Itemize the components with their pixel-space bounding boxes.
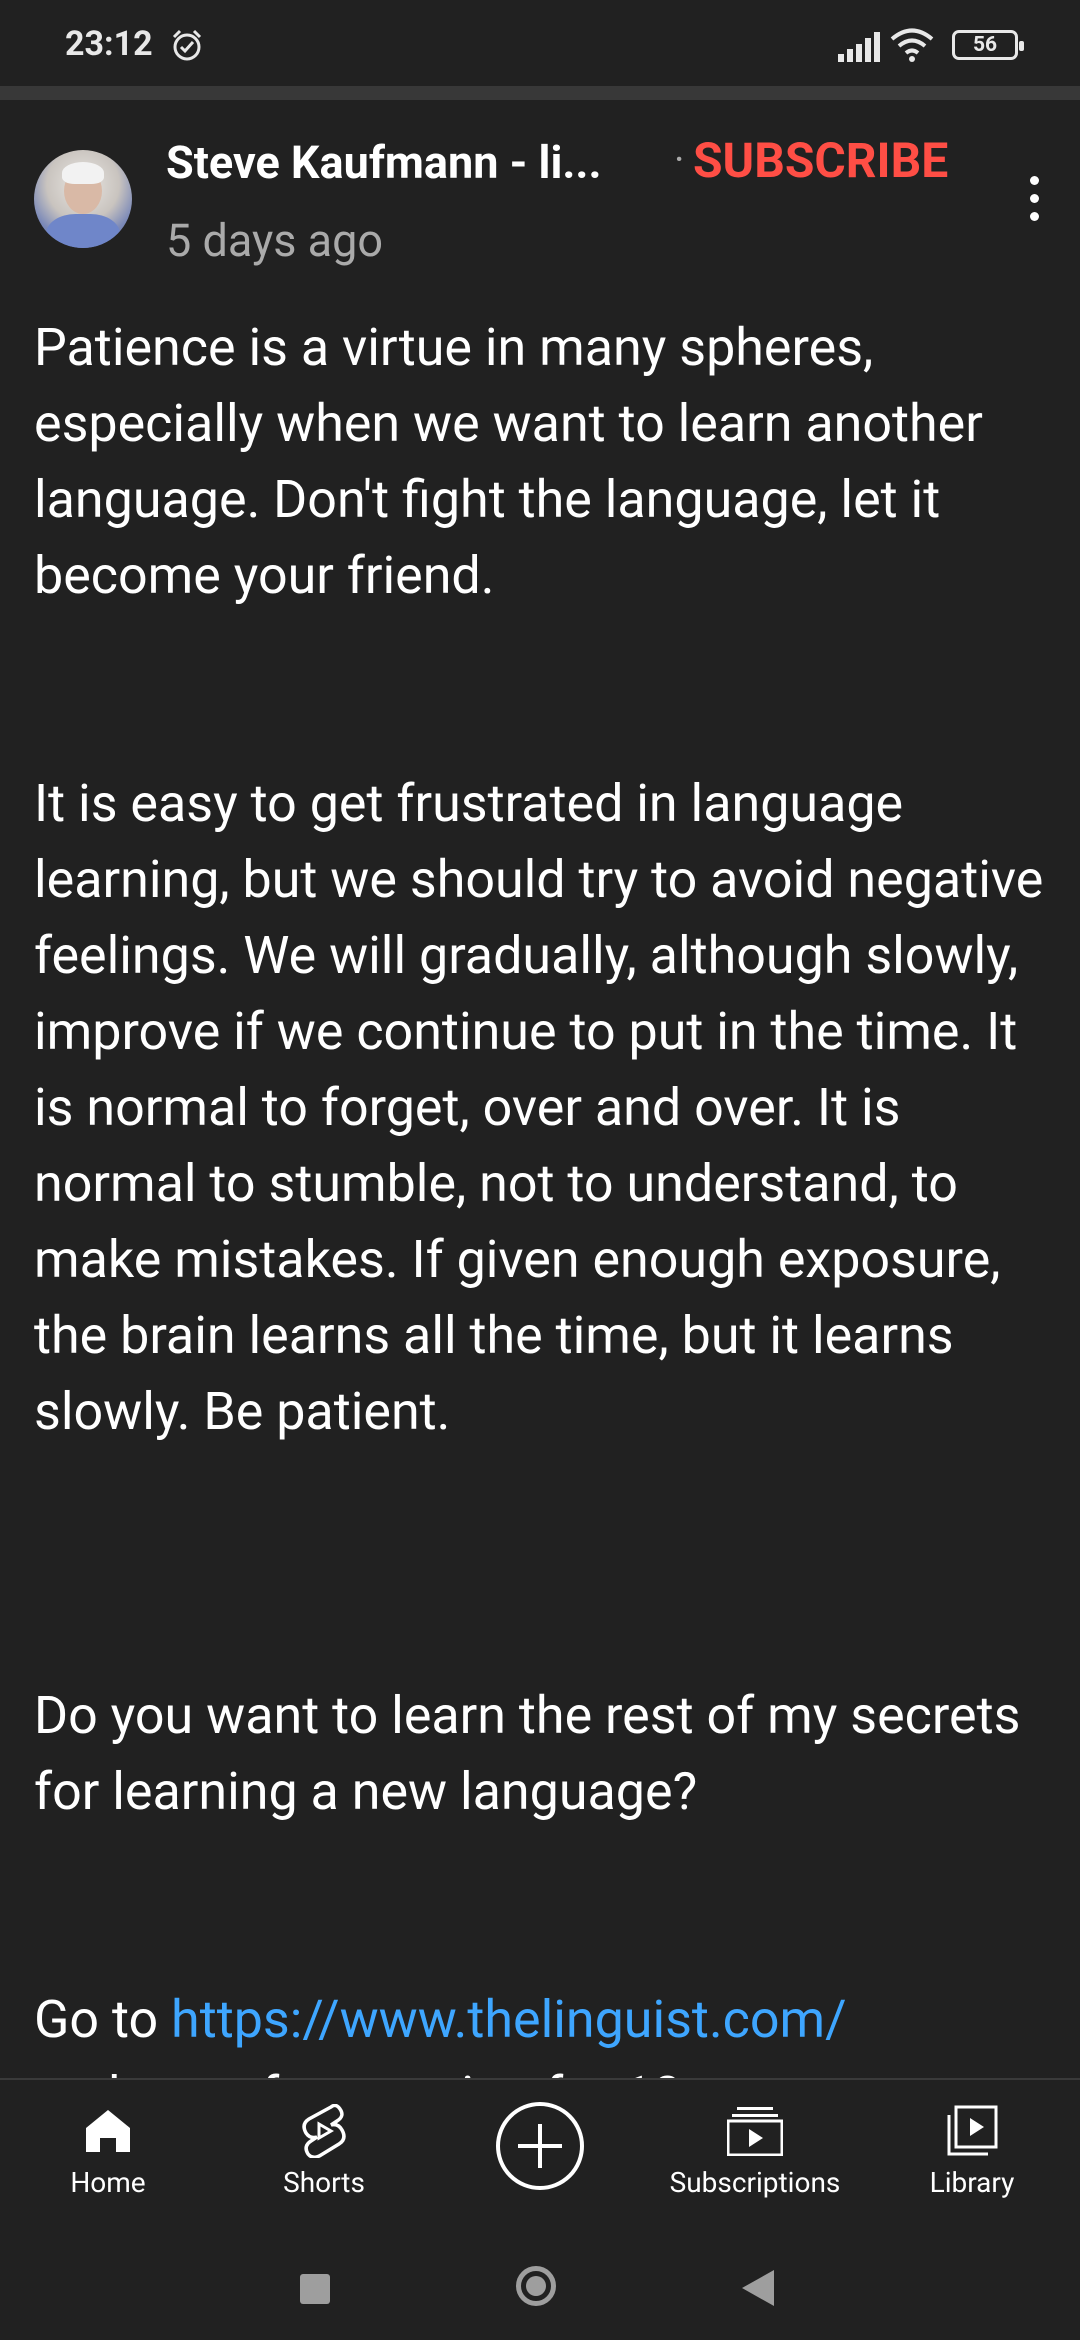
nav-subscriptions[interactable]: Subscriptions <box>660 2080 850 2232</box>
post-paragraph: It is easy to get frustrated in language… <box>34 773 1044 1442</box>
alarm-icon <box>170 28 204 66</box>
separator-dot: · <box>674 136 685 183</box>
status-time: 23:12 <box>65 24 153 64</box>
subscriptions-icon <box>727 2102 783 2160</box>
wifi-icon <box>890 28 934 66</box>
shorts-icon <box>301 2102 347 2160</box>
nav-library[interactable]: Library <box>922 2080 1022 2232</box>
signal-icon <box>838 32 882 66</box>
nav-subscriptions-label: Subscriptions <box>669 2166 841 2199</box>
post-time: 5 days ago <box>166 214 384 267</box>
top-divider <box>0 86 1080 100</box>
library-icon <box>946 2102 998 2160</box>
link-prefix: Go to <box>34 1989 172 2050</box>
battery-icon: 56 <box>952 30 1024 60</box>
post-paragraph: Do you want to learn the rest of my secr… <box>34 1685 1021 1822</box>
create-icon <box>494 2100 586 2192</box>
back-button[interactable] <box>742 2270 774 2306</box>
home-icon <box>84 2102 132 2160</box>
post-paragraph-link: Go to https://www.thelinguist.com/ <box>34 1982 1054 2058</box>
nav-shorts-label: Shorts <box>283 2166 365 2199</box>
thelinguist-link[interactable]: https://www.thelinguist.com/ <box>171 1989 847 2050</box>
nav-home-label: Home <box>70 2166 146 2199</box>
more-options-icon[interactable] <box>1024 176 1044 228</box>
nav-shorts[interactable]: Shorts <box>274 2080 374 2232</box>
system-home-button[interactable] <box>516 2266 556 2306</box>
bottom-navigation: Home Shorts Subscriptions Library <box>0 2078 1080 2232</box>
post-paragraph: Patience is a virtue in many spheres, es… <box>34 317 983 606</box>
nav-home[interactable]: Home <box>58 2080 158 2232</box>
subscribe-button[interactable]: SUBSCRIBE <box>693 132 948 189</box>
recents-button[interactable] <box>300 2274 330 2304</box>
avatar[interactable] <box>34 150 132 248</box>
system-navigation-bar <box>0 2230 1080 2340</box>
nav-create[interactable] <box>490 2080 590 2232</box>
status-bar: 23:12 56 <box>0 0 1080 86</box>
channel-name[interactable]: Steve Kaufmann - li... <box>166 136 602 189</box>
nav-library-label: Library <box>929 2166 1015 2199</box>
